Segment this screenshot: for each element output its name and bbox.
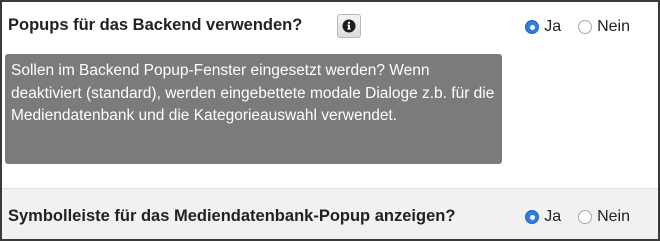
radio-group: Ja Nein (525, 18, 630, 36)
radio-option-nein[interactable]: Nein (578, 208, 630, 226)
radio-label: Nein (597, 18, 630, 35)
info-button[interactable] (337, 14, 361, 38)
radio-label: Nein (597, 208, 630, 225)
setting-row-backend-popups: Popups für das Backend verwenden? Ja Nei… (2, 2, 658, 188)
radio-button[interactable] (578, 210, 593, 224)
radio-button-selected[interactable] (525, 210, 540, 224)
radio-label: Ja (544, 208, 562, 225)
radio-group: Ja Nein (525, 208, 630, 226)
setting-row-media-toolbar: Symbolleiste für das Mediendatenbank-Pop… (2, 188, 658, 239)
setting-label: Symbolleiste für das Mediendatenbank-Pop… (8, 207, 456, 225)
radio-option-ja[interactable]: Ja (525, 18, 561, 36)
help-tooltip: Sollen im Backend Popup-Fenster eingeset… (5, 54, 502, 164)
radio-option-nein[interactable]: Nein (578, 18, 630, 36)
radio-button[interactable] (578, 20, 593, 34)
settings-panel: Popups für das Backend verwenden? Ja Nei… (0, 0, 660, 241)
radio-option-ja[interactable]: Ja (525, 208, 561, 226)
info-icon (342, 19, 356, 33)
radio-button-selected[interactable] (525, 20, 540, 34)
radio-label: Ja (544, 18, 562, 35)
setting-label: Popups für das Backend verwenden? (8, 16, 303, 34)
